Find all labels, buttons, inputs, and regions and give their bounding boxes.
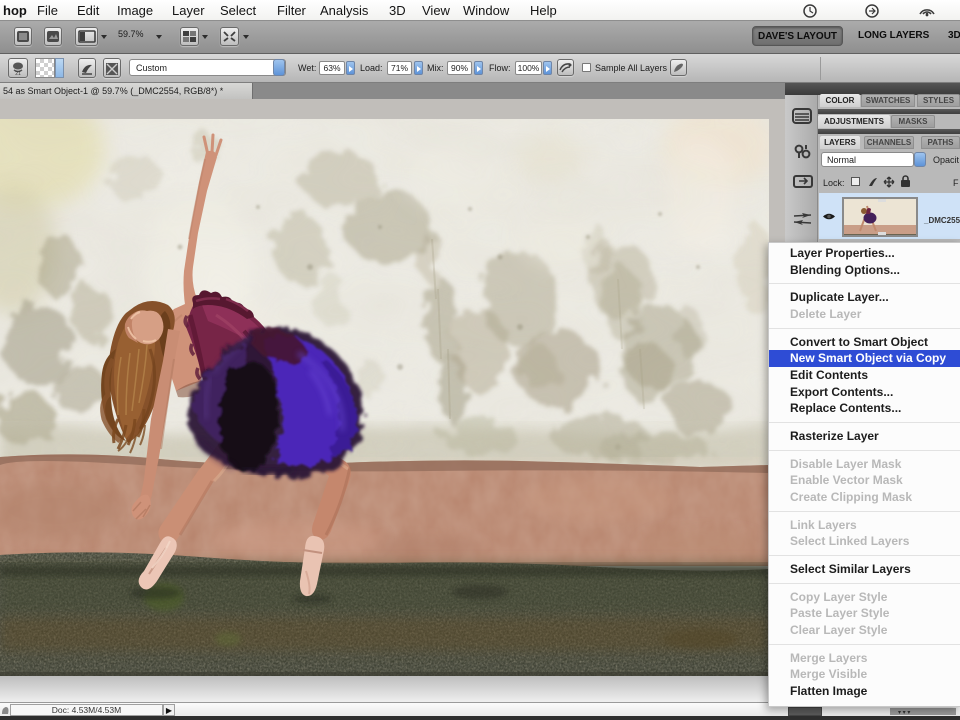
svg-text:21: 21 (15, 71, 21, 76)
